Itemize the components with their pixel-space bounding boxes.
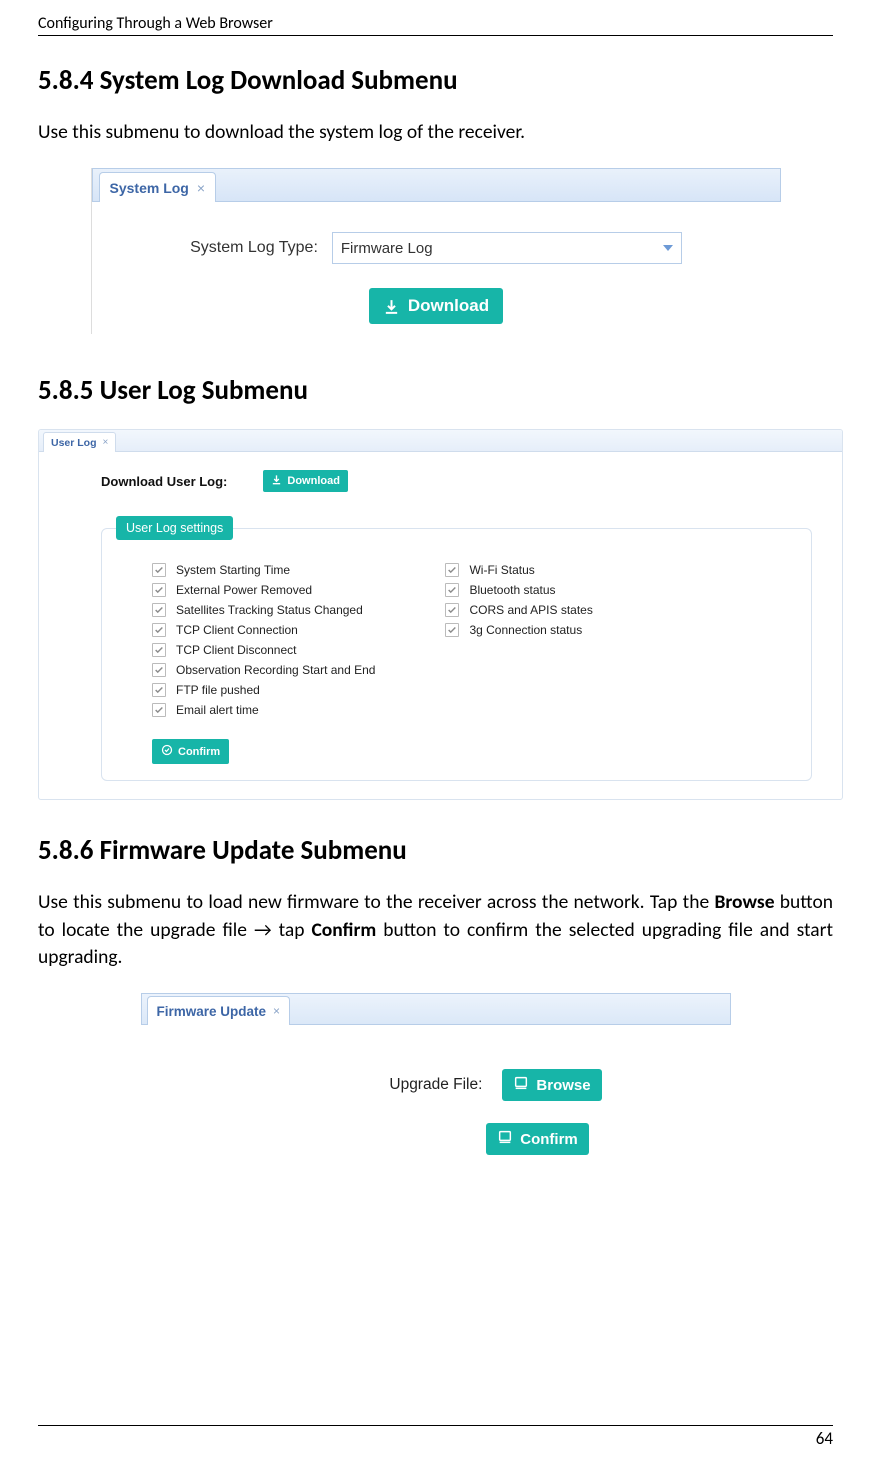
download-button[interactable]: Download (369, 288, 503, 324)
text: Use this submenu to load new firmware to… (38, 890, 714, 914)
checkbox-item[interactable]: Satellites Tracking Status Changed (152, 603, 375, 617)
checkbox-icon (152, 643, 166, 657)
checkbox-label: Bluetooth status (469, 583, 555, 597)
checkbox-icon (445, 603, 459, 617)
confirm-button[interactable]: Confirm (486, 1123, 589, 1155)
tab-label: Firmware Update (157, 1004, 267, 1019)
figure-firmware-update: Firmware Update × Upgrade File: Browse (141, 993, 731, 1165)
select-value: Firmware Log (341, 240, 433, 257)
browse-button[interactable]: Browse (502, 1069, 601, 1101)
checkbox-columns: System Starting Time External Power Remo… (152, 563, 787, 717)
checkbox-item[interactable]: Wi-Fi Status (445, 563, 592, 577)
browse-label: Browse (536, 1077, 590, 1094)
checkbox-item[interactable]: External Power Removed (152, 583, 375, 597)
checkbox-col-left: System Starting Time External Power Remo… (152, 563, 375, 717)
close-icon[interactable]: × (197, 180, 205, 196)
checkbox-label: Observation Recording Start and End (176, 663, 375, 677)
figure-user-log: User Log × Download User Log: Download U… (38, 429, 843, 800)
page-header: Configuring Through a Web Browser (38, 14, 833, 36)
checkbox-item[interactable]: FTP file pushed (152, 683, 375, 697)
download-button[interactable]: Download (263, 470, 348, 492)
header-title: Configuring Through a Web Browser (38, 14, 273, 33)
checkbox-label: TCP Client Disconnect (176, 643, 297, 657)
check-circle-icon (161, 744, 173, 759)
checkbox-item[interactable]: System Starting Time (152, 563, 375, 577)
tab-firmware-update[interactable]: Firmware Update × (147, 996, 291, 1025)
folder-icon (513, 1075, 529, 1095)
para-584: Use this submenu to download the system … (38, 119, 833, 146)
checkbox-icon (152, 603, 166, 617)
chevron-down-icon (663, 245, 673, 251)
heading-586: 5.8.6 Firmware Update Submenu (38, 834, 833, 867)
checkbox-item[interactable]: 3g Connection status (445, 623, 592, 637)
download-icon (383, 298, 400, 315)
checkbox-col-right: Wi-Fi Status Bluetooth status CORS and A… (445, 563, 592, 717)
system-log-type-select[interactable]: Firmware Log (332, 232, 682, 264)
tab-user-log[interactable]: User Log × (43, 432, 116, 452)
tab-bar: User Log × (39, 430, 842, 452)
checkbox-label: System Starting Time (176, 563, 290, 577)
tab-label: System Log (110, 180, 189, 196)
figure-body: Upgrade File: Browse Confirm (141, 1025, 731, 1165)
close-icon[interactable]: × (273, 1004, 280, 1018)
checkbox-icon (152, 683, 166, 697)
checkbox-label: Satellites Tracking Status Changed (176, 603, 363, 617)
checkbox-label: Wi-Fi Status (469, 563, 534, 577)
confirm-button[interactable]: Confirm (152, 739, 229, 764)
checkbox-label: Email alert time (176, 703, 259, 717)
text-bold: Browse (714, 890, 774, 914)
checkbox-icon (445, 623, 459, 637)
tab-bar: Firmware Update × (141, 993, 731, 1025)
folder-icon (497, 1129, 513, 1149)
text-bold: Confirm (311, 918, 376, 942)
checkbox-icon (152, 583, 166, 597)
figure-body: System Log Type: Firmware Log Download (92, 202, 781, 334)
checkbox-icon (445, 583, 459, 597)
checkbox-icon (152, 623, 166, 637)
confirm-label: Confirm (520, 1131, 578, 1148)
figure-system-log: System Log × System Log Type: Firmware L… (91, 168, 781, 334)
tab-system-log[interactable]: System Log × (99, 172, 217, 202)
page-footer: 64 (38, 1425, 833, 1449)
checkbox-icon (152, 663, 166, 677)
legend-user-log-settings: User Log settings (116, 516, 233, 540)
checkbox-item[interactable]: Observation Recording Start and End (152, 663, 375, 677)
checkbox-item[interactable]: CORS and APIS states (445, 603, 592, 617)
tab-bar: System Log × (92, 168, 781, 202)
download-row: Download User Log: Download (101, 470, 812, 492)
figure-body: Download User Log: Download User Log set… (39, 452, 842, 799)
checkbox-item[interactable]: Bluetooth status (445, 583, 592, 597)
checkbox-label: FTP file pushed (176, 683, 260, 697)
checkbox-icon (152, 703, 166, 717)
checkbox-item[interactable]: TCP Client Disconnect (152, 643, 375, 657)
heading-584: 5.8.4 System Log Download Submenu (38, 64, 833, 97)
heading-585: 5.8.5 User Log Submenu (38, 374, 833, 407)
checkbox-icon (152, 563, 166, 577)
user-log-settings-box: User Log settings System Starting Time E… (101, 528, 812, 781)
download-label: Download (408, 296, 489, 316)
checkbox-label: CORS and APIS states (469, 603, 592, 617)
page-number: 64 (816, 1428, 833, 1449)
tab-label: User Log (51, 437, 97, 449)
para-586: Use this submenu to load new firmware to… (38, 889, 833, 971)
checkbox-item[interactable]: Email alert time (152, 703, 375, 717)
download-label: Download (287, 475, 340, 487)
checkbox-icon (445, 563, 459, 577)
close-icon[interactable]: × (103, 437, 109, 448)
checkbox-label: External Power Removed (176, 583, 312, 597)
checkbox-label: TCP Client Connection (176, 623, 298, 637)
field-label-system-log-type: System Log Type: (190, 239, 318, 257)
download-user-log-label: Download User Log: (101, 474, 227, 489)
checkbox-item[interactable]: TCP Client Connection (152, 623, 375, 637)
confirm-label: Confirm (178, 746, 220, 758)
field-label-upgrade-file: Upgrade File: (389, 1076, 482, 1094)
download-icon (271, 474, 282, 488)
checkbox-label: 3g Connection status (469, 623, 582, 637)
